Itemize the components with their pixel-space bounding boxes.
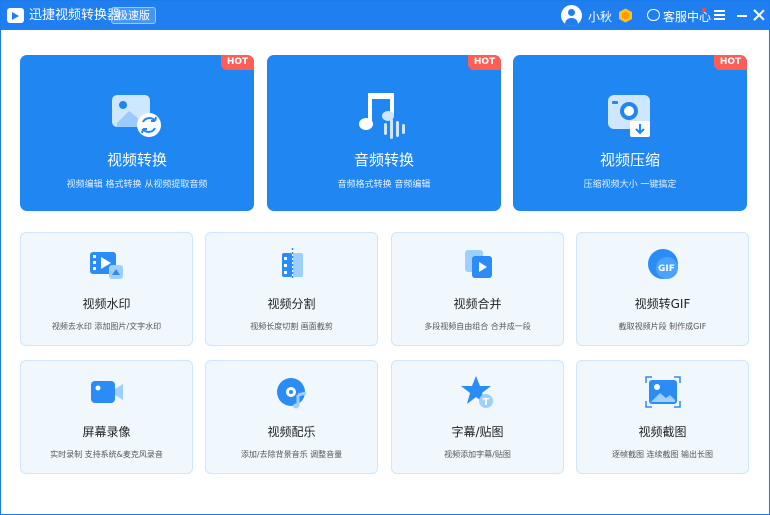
edition-badge: 极速版 (111, 7, 156, 24)
username[interactable]: 小秋 (588, 8, 612, 25)
feature-card-audio-convert[interactable]: HOT 音频转换 音频格式转换 音频编辑 (267, 55, 501, 211)
tool-card-video-split[interactable]: 视频分割 视频长度切割 画面截剪 (205, 232, 378, 346)
tool-desc: 视频长度切割 画面截剪 (250, 322, 333, 331)
tool-desc: 视频添加字幕/贴图 (444, 450, 511, 459)
subtitle-sticker-icon: T (460, 376, 493, 408)
tool-title: 视频转GIF (634, 297, 691, 311)
tool-desc: 逐帧截图 连续截图 输出长图 (611, 450, 714, 459)
hot-badge: HOT (468, 55, 501, 70)
tool-card-screen-record[interactable]: 屏幕录像 实时录制 支持系统&麦克风录音 (20, 360, 193, 474)
card-title: 音频转换 (353, 151, 414, 169)
card-desc: 压缩视频大小 一键搞定 (583, 180, 677, 190)
card-title: 视频压缩 (599, 151, 660, 169)
vip-diamond-icon[interactable] (618, 8, 633, 23)
card-desc: 视频编辑 格式转换 从视频提取音频 (66, 180, 208, 190)
video-screenshot-icon (644, 376, 681, 408)
app-window: 迅捷视频转换器 极速版 小秋 客服中心 HOT 视频转换 视频编辑 格式转换 从… (0, 0, 770, 515)
tool-card-video-screenshot[interactable]: 视频截图 逐帧截图 连续截图 输出长图 (576, 360, 749, 474)
video-to-gif-icon: GIF (647, 249, 678, 279)
tool-card-video-to-gif[interactable]: GIF 视频转GIF 截取视频片段 制作成GIF (576, 232, 749, 346)
tool-desc: 实时录制 支持系统&麦克风录音 (50, 450, 163, 459)
tool-card-video-merge[interactable]: 视频合并 多段视频自由组合 合并成一段 (391, 232, 564, 346)
feature-card-video-compress[interactable]: HOT 视频压缩 压缩视频大小 一键搞定 (513, 55, 747, 211)
minimize-icon[interactable] (737, 15, 747, 17)
user-avatar-icon[interactable] (561, 5, 582, 26)
svg-text:T: T (482, 397, 489, 408)
video-compress-icon (608, 95, 650, 137)
video-convert-icon (112, 95, 161, 137)
notification-dot (702, 8, 706, 12)
tool-title: 视频分割 (267, 297, 316, 311)
tool-card-video-music[interactable]: 视频配乐 添加/去除背景音乐 调整音量 (205, 360, 378, 474)
tool-desc: 添加/去除背景音乐 调整音量 (240, 450, 343, 459)
menu-icon[interactable] (714, 10, 725, 20)
customer-service-icon[interactable] (647, 9, 660, 21)
tool-title: 视频截图 (638, 425, 687, 439)
hot-badge: HOT (714, 55, 747, 70)
video-split-icon (281, 248, 303, 280)
video-music-icon (276, 378, 306, 409)
close-icon[interactable] (753, 9, 765, 21)
tool-title: 视频配乐 (267, 425, 316, 439)
tool-title: 视频合并 (453, 297, 502, 311)
title-bar: 迅捷视频转换器 极速版 小秋 客服中心 (1, 1, 769, 30)
tool-title: 字幕/贴图 (451, 425, 504, 439)
video-watermark-icon (89, 252, 123, 279)
tool-title: 视频水印 (82, 297, 131, 311)
tool-desc: 多段视频自由组合 合并成一段 (424, 322, 531, 331)
tool-desc: 截取视频片段 制作成GIF (618, 322, 707, 331)
card-title: 视频转换 (106, 151, 167, 169)
svg-text:GIF: GIF (658, 264, 675, 274)
hot-badge: HOT (221, 55, 254, 70)
tool-card-subtitle-sticker[interactable]: T 字幕/贴图 视频添加字幕/贴图 (391, 360, 564, 474)
audio-convert-icon (359, 93, 405, 139)
tool-card-video-watermark[interactable]: 视频水印 视频去水印 添加图片/文字水印 (20, 232, 193, 346)
screen-record-icon (90, 381, 123, 403)
feature-card-video-convert[interactable]: HOT 视频转换 视频编辑 格式转换 从视频提取音频 (20, 55, 254, 211)
tool-title: 屏幕录像 (82, 425, 131, 439)
app-logo-icon (7, 8, 24, 23)
video-merge-icon (464, 250, 492, 278)
app-title: 迅捷视频转换器 (29, 8, 121, 23)
card-desc: 音频格式转换 音频编辑 (337, 180, 431, 190)
tool-desc: 视频去水印 添加图片/文字水印 (51, 322, 162, 331)
